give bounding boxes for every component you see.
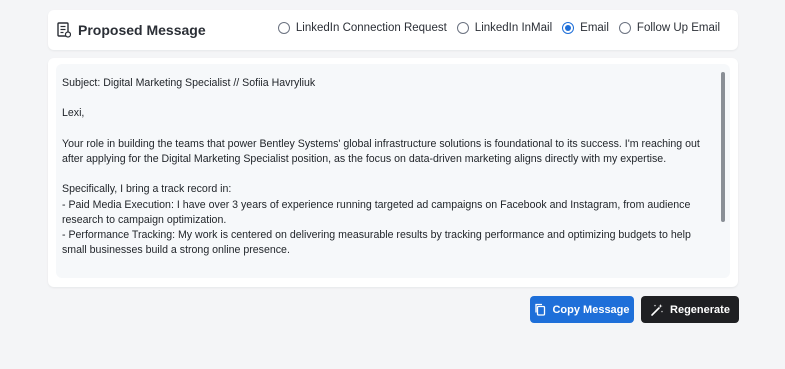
message-type-radio-group: LinkedIn Connection Request LinkedIn InM…	[268, 22, 720, 34]
page-title: Proposed Message	[78, 22, 206, 38]
copy-message-button[interactable]: Copy Message	[530, 296, 634, 323]
scrollbar[interactable]	[721, 72, 725, 222]
copy-message-label: Copy Message	[552, 303, 630, 316]
radio-button[interactable]	[277, 22, 290, 34]
radio-label: LinkedIn InMail	[474, 22, 553, 34]
regenerate-label: Regenerate	[670, 303, 730, 316]
radio-label: LinkedIn Connection Request	[295, 22, 447, 34]
message-card: Subject: Digital Marketing Specialist //…	[48, 58, 738, 287]
radio-label: Email	[580, 22, 609, 34]
document-list-icon	[57, 22, 71, 38]
proposed-message-header: Proposed Message LinkedIn Connection Req…	[48, 10, 738, 50]
regenerate-button[interactable]: Regenerate	[641, 296, 739, 323]
message-textarea[interactable]: Subject: Digital Marketing Specialist //…	[56, 64, 730, 278]
radio-follow-up-email[interactable]: Follow Up Email	[618, 22, 720, 34]
radio-button[interactable]	[562, 22, 575, 34]
radio-button[interactable]	[618, 22, 631, 34]
copy-icon	[535, 303, 546, 316]
radio-linkedin-connection-request[interactable]: LinkedIn Connection Request	[277, 22, 447, 34]
radio-email[interactable]: Email	[562, 22, 609, 34]
radio-label: Follow Up Email	[636, 22, 720, 34]
magic-wand-icon	[651, 303, 664, 316]
message-body[interactable]: Subject: Digital Marketing Specialist //…	[62, 76, 718, 258]
radio-linkedin-inmail[interactable]: LinkedIn InMail	[456, 22, 553, 34]
radio-button[interactable]	[456, 22, 469, 34]
